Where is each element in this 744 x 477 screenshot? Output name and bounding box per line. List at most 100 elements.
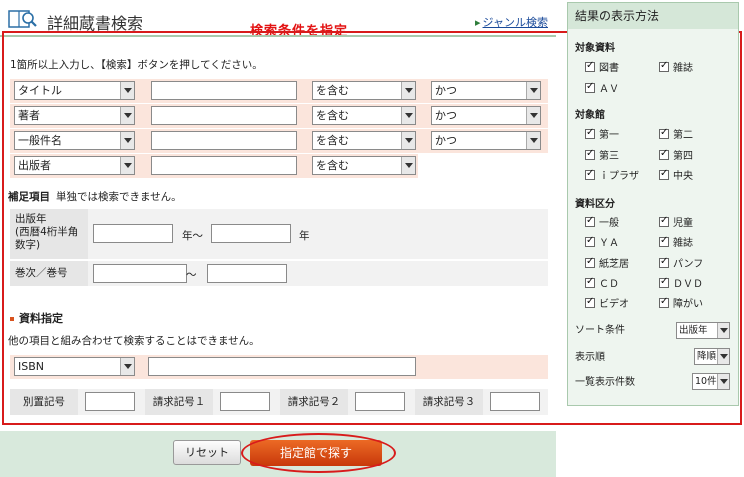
- checkbox-av[interactable]: ＡＶ: [585, 80, 619, 95]
- panel-header: 結果の表示方法: [568, 3, 738, 29]
- chevron-down-icon: [717, 349, 729, 364]
- chevron-down-icon: [120, 132, 134, 149]
- chevron-down-icon: [120, 107, 134, 124]
- id-type-select[interactable]: ISBN: [14, 357, 135, 376]
- count-select[interactable]: 10件: [692, 373, 730, 390]
- checkbox-books[interactable]: 図書: [585, 59, 619, 74]
- checkbox-general[interactable]: 一般: [585, 214, 619, 229]
- field-select-2-value: 著者: [18, 109, 40, 122]
- checkbox-cd[interactable]: ＣＤ: [585, 275, 619, 290]
- match-select-2[interactable]: を含む: [312, 106, 416, 125]
- checkbox-checked-icon: [659, 148, 669, 160]
- field-select-3-value: 一般件名: [18, 134, 62, 147]
- checkbox-pamphlet-label: パンフ: [673, 259, 704, 270]
- checkbox-av-label: ＡＶ: [599, 84, 619, 95]
- checkbox-checked-icon: [585, 60, 595, 72]
- match-select-1-value: を含む: [316, 84, 349, 97]
- isbn-row: ISBN: [10, 355, 548, 379]
- operator-select-1[interactable]: かつ: [431, 81, 541, 100]
- supplementary-note: 単独では検索できません。: [56, 191, 182, 203]
- term-input-2[interactable]: [151, 106, 297, 125]
- volume-from-input[interactable]: [93, 264, 187, 283]
- term-input-1[interactable]: [151, 81, 297, 100]
- checkbox-cd-label: ＣＤ: [599, 279, 619, 290]
- match-select-4[interactable]: を含む: [312, 156, 416, 175]
- checkbox-library-iplaza[interactable]: ｉプラザ: [585, 167, 639, 182]
- target-material-title: 対象資料: [575, 43, 615, 54]
- volume-to-input[interactable]: [207, 264, 287, 283]
- call-number-3-input[interactable]: [490, 392, 540, 411]
- field-select-3[interactable]: 一般件名: [14, 131, 135, 150]
- checkbox-library-3-label: 第三: [599, 151, 619, 162]
- checkbox-library-2[interactable]: 第二: [659, 126, 693, 141]
- field-select-1[interactable]: タイトル: [14, 81, 135, 100]
- match-select-3-value: を含む: [316, 134, 349, 147]
- checkbox-library-4[interactable]: 第四: [659, 147, 693, 162]
- operator-select-3-value: かつ: [435, 134, 457, 147]
- checkbox-library-central[interactable]: 中央: [659, 167, 693, 182]
- checkbox-video[interactable]: ビデオ: [585, 295, 629, 310]
- chevron-down-icon: [401, 132, 415, 149]
- order-label: 表示順: [575, 352, 605, 363]
- checkbox-ya[interactable]: ＹＡ: [585, 234, 619, 249]
- term-row-3: 一般件名 を含む かつ: [10, 129, 548, 153]
- operator-select-2-value: かつ: [435, 109, 457, 122]
- operator-select-3[interactable]: かつ: [431, 131, 541, 150]
- checkbox-children[interactable]: 児童: [659, 214, 693, 229]
- field-select-2[interactable]: 著者: [14, 106, 135, 125]
- genre-search-link[interactable]: ジャンル検索: [475, 14, 548, 30]
- checkbox-checked-icon: [659, 256, 669, 268]
- sort-select-value: 出版年: [679, 325, 708, 336]
- term-row-4: 出版者 を含む: [10, 154, 418, 178]
- call-number-1-label: 請求記号１: [145, 389, 213, 415]
- checkbox-dvd[interactable]: ＤＶＤ: [659, 275, 703, 290]
- checkbox-checked-icon: [585, 296, 595, 308]
- operator-select-2[interactable]: かつ: [431, 106, 541, 125]
- pubyear-from-input[interactable]: [93, 224, 173, 243]
- checkbox-library-1[interactable]: 第一: [585, 126, 619, 141]
- checkbox-pamphlet[interactable]: パンフ: [659, 255, 703, 270]
- checkbox-checked-icon: [659, 276, 669, 288]
- checkbox-checked-icon: [659, 296, 669, 308]
- call-number-2-label: 請求記号２: [280, 389, 348, 415]
- order-select[interactable]: 降順: [694, 348, 730, 365]
- checkbox-dvd-label: ＤＶＤ: [673, 279, 703, 290]
- target-library-title: 対象館: [575, 110, 605, 121]
- checkbox-magazine-type[interactable]: 雑誌: [659, 234, 693, 249]
- field-select-4[interactable]: 出版者: [14, 156, 135, 175]
- result-display-panel: 結果の表示方法 対象資料 図書 雑誌 ＡＶ 対象館 第一 第二 第三 第四 ｉプ…: [567, 2, 739, 406]
- checkbox-checked-icon: [585, 81, 595, 93]
- term-input-3[interactable]: [151, 131, 297, 150]
- sort-select[interactable]: 出版年: [676, 322, 730, 339]
- separate-mark-input[interactable]: [85, 392, 135, 411]
- match-select-3[interactable]: を含む: [312, 131, 416, 150]
- checkbox-kamishibai[interactable]: 紙芝居: [585, 255, 629, 270]
- checkbox-library-iplaza-label: ｉプラザ: [599, 171, 639, 182]
- match-select-1[interactable]: を含む: [312, 81, 416, 100]
- checkbox-disability-label: 障がい: [673, 299, 703, 310]
- chevron-down-icon: [526, 107, 540, 124]
- term-input-4[interactable]: [151, 156, 297, 175]
- pubyear-to-input[interactable]: [211, 224, 291, 243]
- checkbox-general-label: 一般: [599, 218, 619, 229]
- checkbox-disability[interactable]: 障がい: [659, 295, 703, 310]
- pubyear-row: 出版年 (西暦4桁半角数字) 年～ 年: [10, 209, 548, 259]
- checkbox-video-label: ビデオ: [599, 299, 629, 310]
- checkbox-checked-icon: [585, 215, 595, 227]
- material-description: 他の項目と組み合わせて検索することはできません。: [8, 335, 260, 347]
- volume-label: 巻次／巻号: [10, 261, 88, 286]
- call-number-2-input[interactable]: [355, 392, 405, 411]
- call-number-1-input[interactable]: [220, 392, 270, 411]
- isbn-input[interactable]: [148, 357, 416, 376]
- supplementary-heading: 補足項目 単独では検索できません。: [8, 189, 182, 204]
- checkbox-magazines[interactable]: 雑誌: [659, 59, 693, 74]
- reset-button[interactable]: リセット: [173, 440, 241, 465]
- supplementary-title: 補足項目: [8, 191, 50, 203]
- sort-label: ソート条件: [575, 325, 625, 336]
- checkbox-library-3[interactable]: 第三: [585, 147, 619, 162]
- field-select-1-value: タイトル: [18, 84, 62, 97]
- count-label: 一覧表示件数: [575, 377, 635, 388]
- checkbox-checked-icon: [585, 127, 595, 139]
- checkbox-children-label: 児童: [673, 218, 693, 229]
- instruction-text: 1箇所以上入力し、【検索】ボタンを押してください。: [10, 59, 263, 71]
